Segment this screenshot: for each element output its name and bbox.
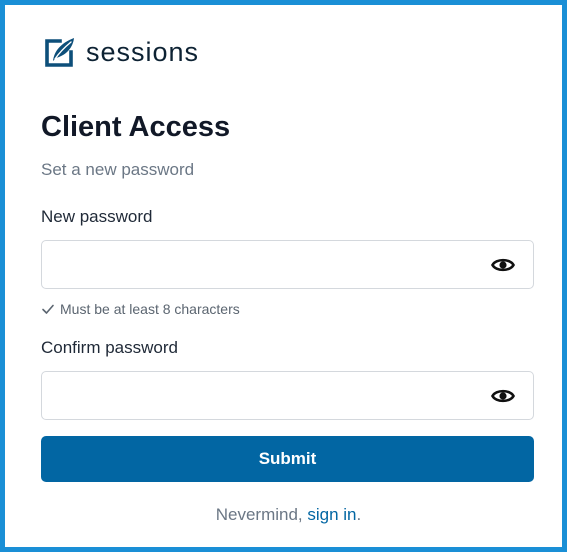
footer-prefix-text: Nevermind, [215,505,308,524]
eye-icon[interactable] [491,385,515,407]
sign-in-link[interactable]: sign in [307,505,356,524]
brand-name: sessions [86,37,200,67]
checkmark-icon [42,304,54,314]
hint-text: Must be at least 8 characters [60,301,240,317]
footer-signin-prompt: Nevermind, sign in. [5,503,567,527]
confirm-password-field-wrapper [41,371,534,420]
confirm-password-input[interactable] [42,372,482,419]
new-password-field-wrapper [41,240,534,289]
new-password-input[interactable] [42,241,482,288]
page-subtitle: Set a new password [41,160,195,179]
page-frame: sessions Client Access Set a new passwor… [0,0,567,552]
brand-logo[interactable]: sessions [43,35,199,69]
page-title: Client Access [41,111,231,143]
footer-suffix-text: . [356,505,362,524]
sessions-logo-icon [45,38,74,67]
confirm-password-label: Confirm password [41,338,178,357]
new-password-label: New password [41,207,153,226]
submit-button[interactable]: Submit [41,436,534,482]
eye-icon[interactable] [491,254,515,276]
password-requirement-hint: Must be at least 8 characters [41,300,240,318]
